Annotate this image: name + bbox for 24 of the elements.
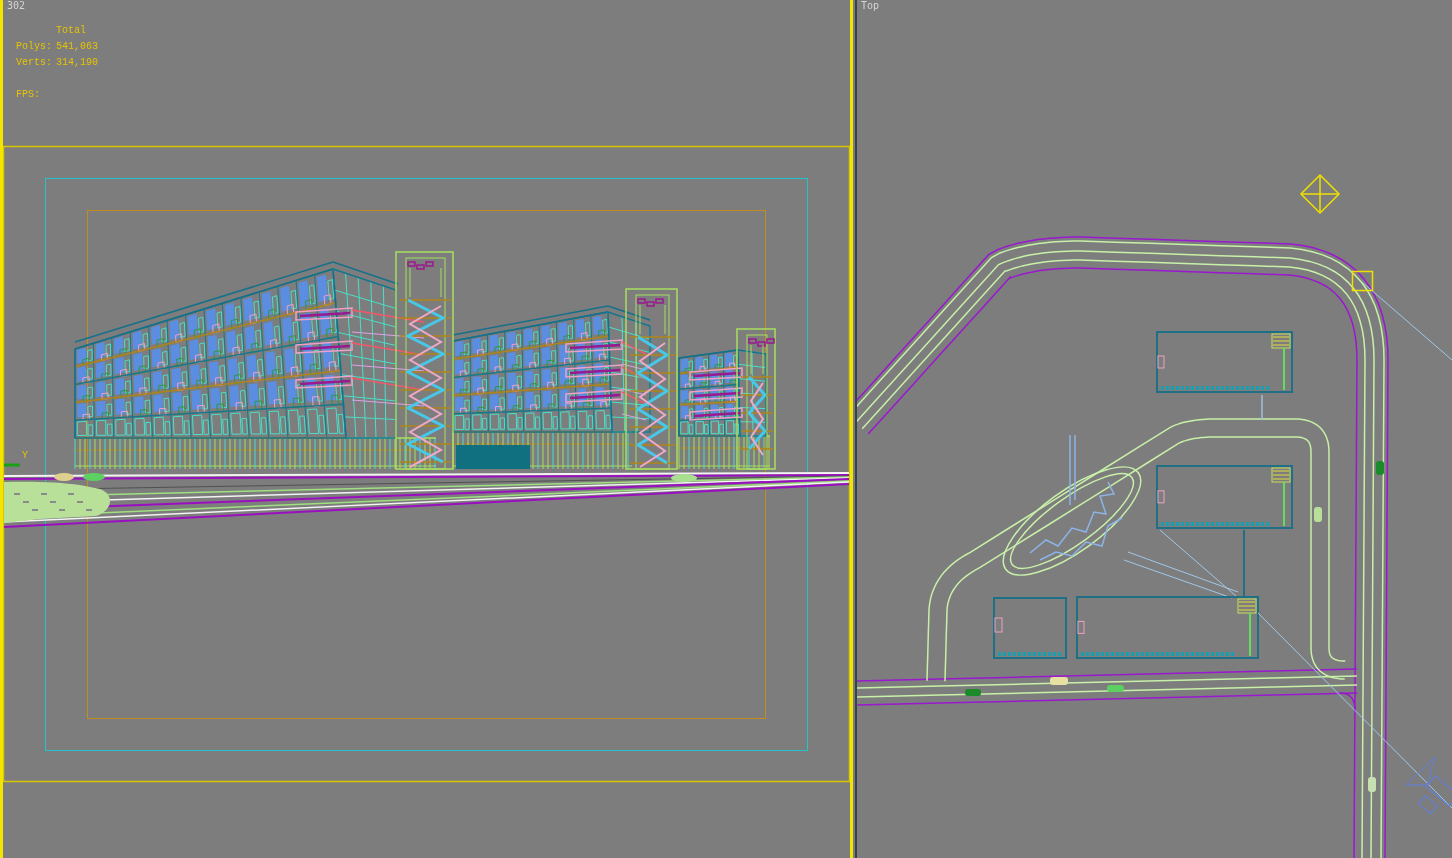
stats-label: Polys: xyxy=(16,40,53,54)
viewport-label[interactable]: 302 xyxy=(7,0,26,11)
shrub-drawing xyxy=(54,473,74,481)
stats-label: Verts: xyxy=(16,56,53,70)
car-icon xyxy=(1376,461,1384,475)
diamond-icon xyxy=(1299,173,1341,215)
square-marker-icon xyxy=(1351,270,1374,292)
stats-label: FPS: xyxy=(16,88,41,102)
shrub-drawing xyxy=(671,474,697,482)
viewport-label[interactable]: Top xyxy=(861,0,880,11)
stats-value: 314,190 xyxy=(56,56,98,70)
car-icon xyxy=(1368,777,1376,792)
stats-value: 541,063 xyxy=(56,40,98,54)
car-icon xyxy=(1107,685,1124,692)
car-icon xyxy=(1050,677,1068,685)
camera-icon xyxy=(1405,756,1452,815)
stats-heading: Total xyxy=(56,24,87,38)
viewport[interactable]: Top xyxy=(855,0,1452,858)
car-icon xyxy=(1314,507,1322,522)
viewport[interactable]: 302 Total Polys: 541,063 Verts: 314,190 FPS: Y xyxy=(0,0,853,858)
axis-marker-icon xyxy=(4,463,20,467)
shrub-drawing xyxy=(83,473,105,481)
axis-label: Y xyxy=(22,450,28,461)
car-icon xyxy=(965,689,981,696)
